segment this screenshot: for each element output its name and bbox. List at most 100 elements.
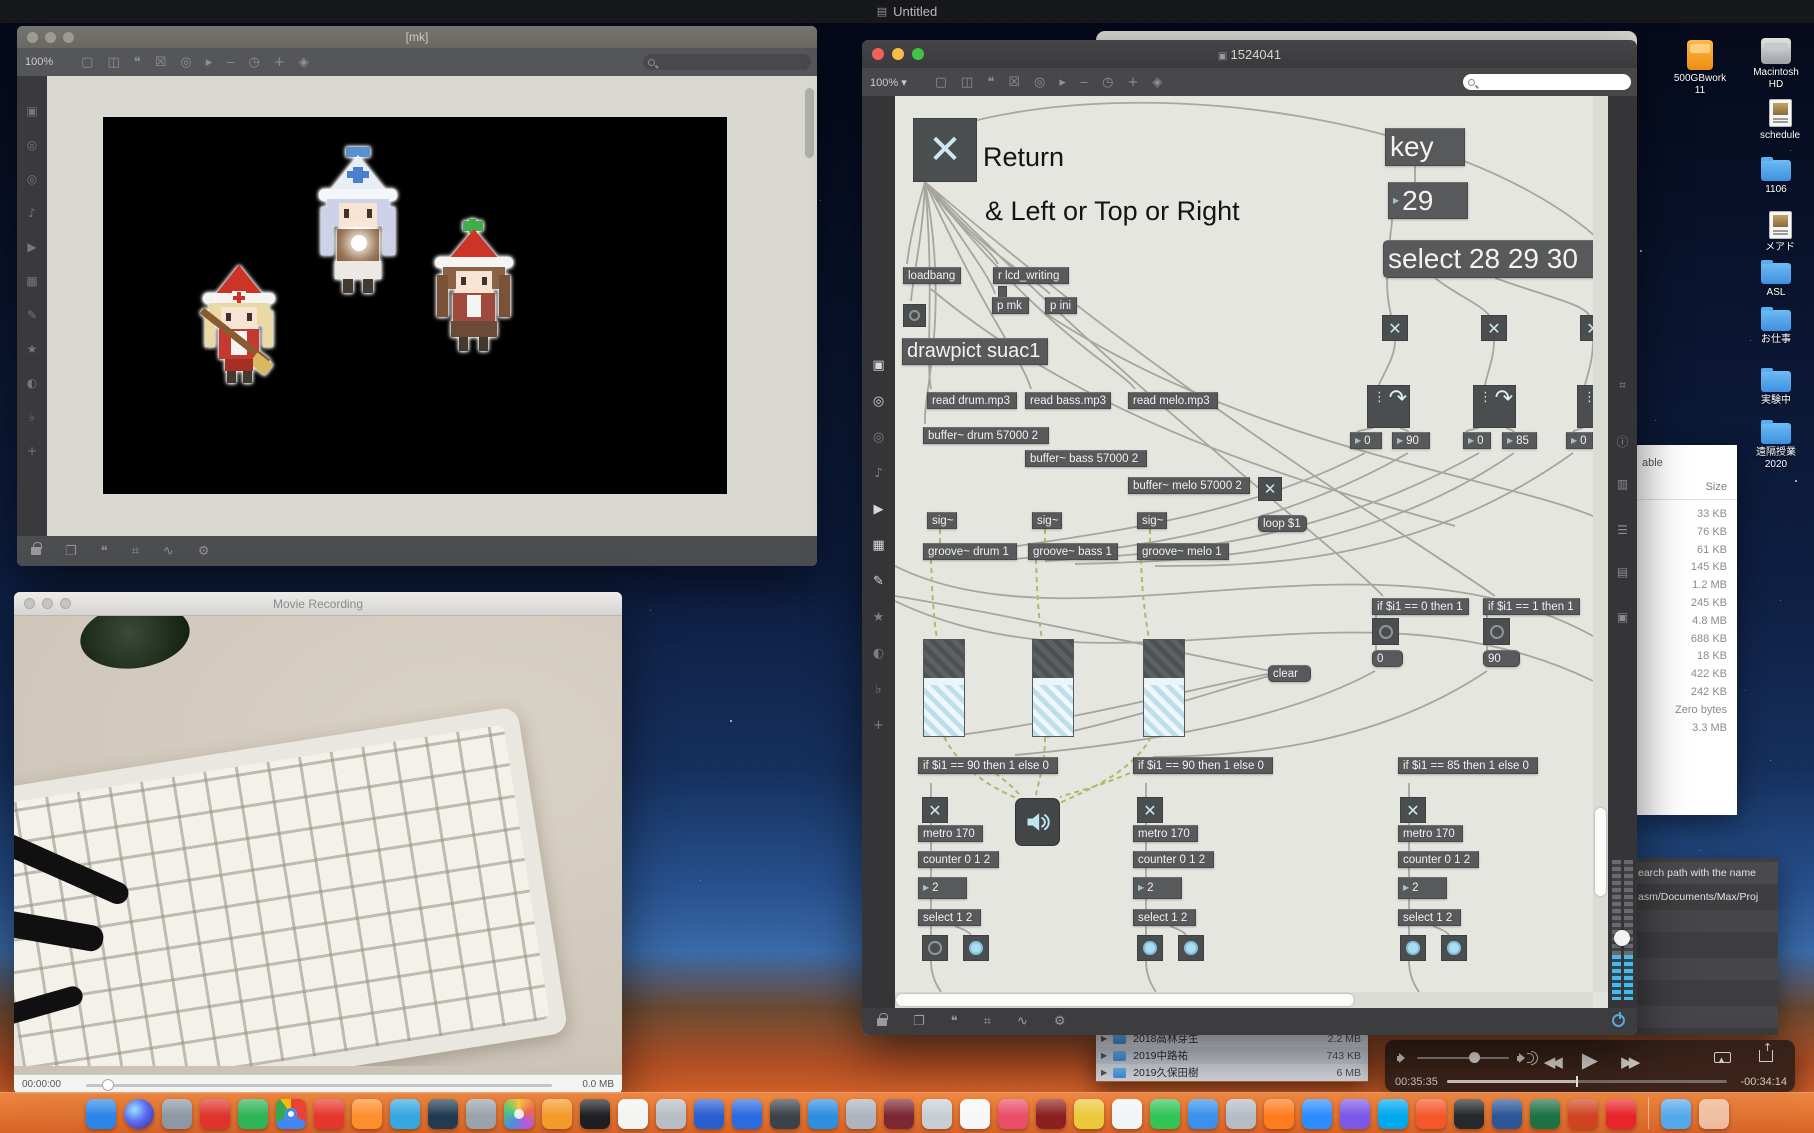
folder-icon[interactable] xyxy=(1761,307,1791,331)
max-titlebar[interactable]: ▣ 1524041 xyxy=(862,40,1637,68)
dock-icon-skype[interactable] xyxy=(1377,1099,1408,1129)
star-icon[interactable]: ★ xyxy=(27,342,38,356)
disclosure-triangle-icon[interactable]: ▶ xyxy=(1101,1034,1107,1043)
dock-icon-max[interactable] xyxy=(1453,1099,1484,1129)
obj-if-i1-85-then-1-else-0[interactable]: if $i1 == 85 then 1 else 0 xyxy=(1398,757,1538,774)
add-icon[interactable]: + xyxy=(1127,75,1138,90)
playbar-icon[interactable]: ▸ xyxy=(1059,75,1066,90)
mk-vertical-scrollbar[interactable] xyxy=(805,88,814,158)
obj-read-bass-mp3[interactable]: read bass.mp3 xyxy=(1025,392,1111,409)
obj-counter-0-1-2[interactable]: counter 0 1 2 xyxy=(1398,851,1479,868)
slider-icon[interactable]: ‒ xyxy=(1080,75,1088,90)
add-icon[interactable]: + xyxy=(873,718,884,733)
meter-object[interactable] xyxy=(1032,639,1074,737)
vertical-scrollbar[interactable] xyxy=(1593,96,1608,992)
desktop-icon-Macintosh-HD[interactable]: Macintosh HD xyxy=(1740,38,1812,91)
play-button[interactable]: ▶ xyxy=(1582,1048,1598,1072)
obj-drawpict-suac1[interactable]: drawpict suac1 xyxy=(902,338,1048,365)
button-icon[interactable]: ◈ xyxy=(1152,75,1162,90)
rewind-button[interactable]: ◀◀ xyxy=(1544,1053,1563,1071)
dock-icon-app-maroon[interactable] xyxy=(883,1099,914,1129)
dock-icon-photos[interactable] xyxy=(503,1099,534,1129)
close-button[interactable] xyxy=(872,48,884,60)
dock-icon-sketch[interactable] xyxy=(655,1099,686,1129)
layout-icon[interactable]: ▥ xyxy=(1608,477,1637,491)
obj-if-i1-90-then-1-else-0[interactable]: if $i1 == 90 then 1 else 0 xyxy=(918,757,1058,774)
toggle-object[interactable]: ✕ xyxy=(1137,797,1163,823)
number-0[interactable]: ▶ 0 xyxy=(1350,432,1382,449)
meter-object[interactable] xyxy=(1143,639,1185,737)
dock-icon-downloads-folder[interactable] xyxy=(1660,1099,1691,1129)
obj-metro-170[interactable]: metro 170 xyxy=(1133,825,1198,842)
toggle-object[interactable]: ✕ xyxy=(1400,797,1426,823)
number-85[interactable]: ▶ 85 xyxy=(1502,432,1537,449)
inspector-icon[interactable]: ⓘ xyxy=(1608,433,1637,450)
obj-buffer-melo-57000-2[interactable]: buffer~ melo 57000 2 xyxy=(1128,477,1250,494)
msg-90[interactable]: 90 xyxy=(1483,650,1520,667)
dock-icon-trash[interactable] xyxy=(1698,1099,1729,1129)
search-input[interactable] xyxy=(1463,74,1631,90)
object-icon[interactable]: ◎ xyxy=(27,172,37,186)
number-29[interactable]: ▶ 29 xyxy=(1388,182,1468,219)
dock-icon-app-orangered[interactable] xyxy=(1415,1099,1446,1129)
desktop-icon-ASL[interactable]: ASL xyxy=(1740,260,1812,299)
obj-p-mk[interactable]: p mk xyxy=(992,297,1029,314)
window-icon[interactable]: ▢ xyxy=(935,75,947,90)
dock-icon-terminal[interactable] xyxy=(579,1099,610,1129)
obj-counter-0-1-2[interactable]: counter 0 1 2 xyxy=(918,851,999,868)
disclosure-triangle-icon[interactable]: ▶ xyxy=(1101,1051,1107,1060)
mk-patcher-canvas[interactable] xyxy=(47,76,805,536)
dock-icon-app-green[interactable] xyxy=(237,1099,268,1129)
wrench-icon[interactable]: ⚙ xyxy=(1054,1014,1066,1029)
dock-icon-steam[interactable] xyxy=(427,1099,458,1129)
dock-icon-paste[interactable] xyxy=(731,1099,762,1129)
dock-icon-puredata[interactable] xyxy=(617,1099,648,1129)
gswitch-object[interactable]: ⋮↷ xyxy=(1577,385,1593,428)
obj-p-ini[interactable]: p ini xyxy=(1045,297,1077,314)
dock-icon-finder[interactable] xyxy=(85,1099,116,1129)
movie-titlebar[interactable]: Movie Recording xyxy=(14,592,622,616)
pencil-icon[interactable]: ✎ xyxy=(27,308,37,322)
toggle-icon[interactable]: ☒ xyxy=(1008,75,1020,90)
grid-icon[interactable]: ⌗ xyxy=(132,544,139,559)
desktop-icon-500GBwork-11[interactable]: 500GBwork 11 xyxy=(1664,40,1736,97)
target-icon[interactable]: ◎ xyxy=(873,394,884,409)
gswitch-object[interactable]: ⋮↷ xyxy=(1367,385,1410,428)
dock-icon-facetime[interactable] xyxy=(1149,1099,1180,1129)
dock-icon-telegram[interactable] xyxy=(389,1099,420,1129)
dock-icon-firefox[interactable] xyxy=(351,1099,382,1129)
comment-icon[interactable]: ❝ xyxy=(987,75,994,90)
obj-metro-170[interactable]: metro 170 xyxy=(918,825,983,842)
dock-icon-app-orange[interactable] xyxy=(541,1099,572,1129)
object-icon[interactable]: ◎ xyxy=(1034,75,1045,90)
obj-if-i1-90-then-1-else-0[interactable]: if $i1 == 90 then 1 else 0 xyxy=(1133,757,1273,774)
max-patcher-canvas[interactable]: ✕ Return & Left or Top or Right loadbang r l… xyxy=(895,96,1593,992)
grid-icon[interactable]: ⌗ xyxy=(984,1014,991,1029)
lock-icon[interactable] xyxy=(877,1012,888,1026)
msg-clear[interactable]: clear xyxy=(1268,665,1311,682)
obj-groove-drum-1[interactable]: groove~ drum 1 xyxy=(923,543,1017,560)
number-2[interactable]: ▶ 2 xyxy=(1133,877,1182,899)
cords-icon[interactable]: ∿ xyxy=(163,544,174,559)
obj-key[interactable]: key xyxy=(1385,128,1465,166)
disclosure-triangle-icon[interactable]: ▶ xyxy=(1101,1068,1107,1077)
toggle-icon[interactable]: ☒ xyxy=(155,55,167,70)
msg-select-28-29-30[interactable]: select 28 29 30 xyxy=(1383,240,1593,278)
obj-sig[interactable]: sig~ xyxy=(1137,512,1167,529)
folder-icon[interactable] xyxy=(1761,368,1791,392)
obj-r-lcd-writing[interactable]: r lcd_writing xyxy=(993,267,1069,284)
folder-icon[interactable] xyxy=(1761,260,1791,284)
dock-icon-launchpad[interactable] xyxy=(161,1099,192,1129)
number-0[interactable]: ▶ 0 xyxy=(1566,432,1593,449)
ezdac-speaker[interactable] xyxy=(1015,798,1060,846)
zoom-button[interactable] xyxy=(912,48,924,60)
object-icon[interactable]: ◎ xyxy=(873,430,884,445)
list-icon[interactable]: ☰ xyxy=(1608,523,1637,537)
bang-object[interactable] xyxy=(903,304,926,327)
bang-object[interactable] xyxy=(963,935,989,961)
power-icon[interactable] xyxy=(1612,1012,1625,1027)
vertical-scrollbar-thumb[interactable] xyxy=(1595,808,1606,896)
obj-counter-0-1-2[interactable]: counter 0 1 2 xyxy=(1133,851,1214,868)
add-icon[interactable]: + xyxy=(27,444,37,458)
number-2[interactable]: ▶ 2 xyxy=(918,877,967,899)
